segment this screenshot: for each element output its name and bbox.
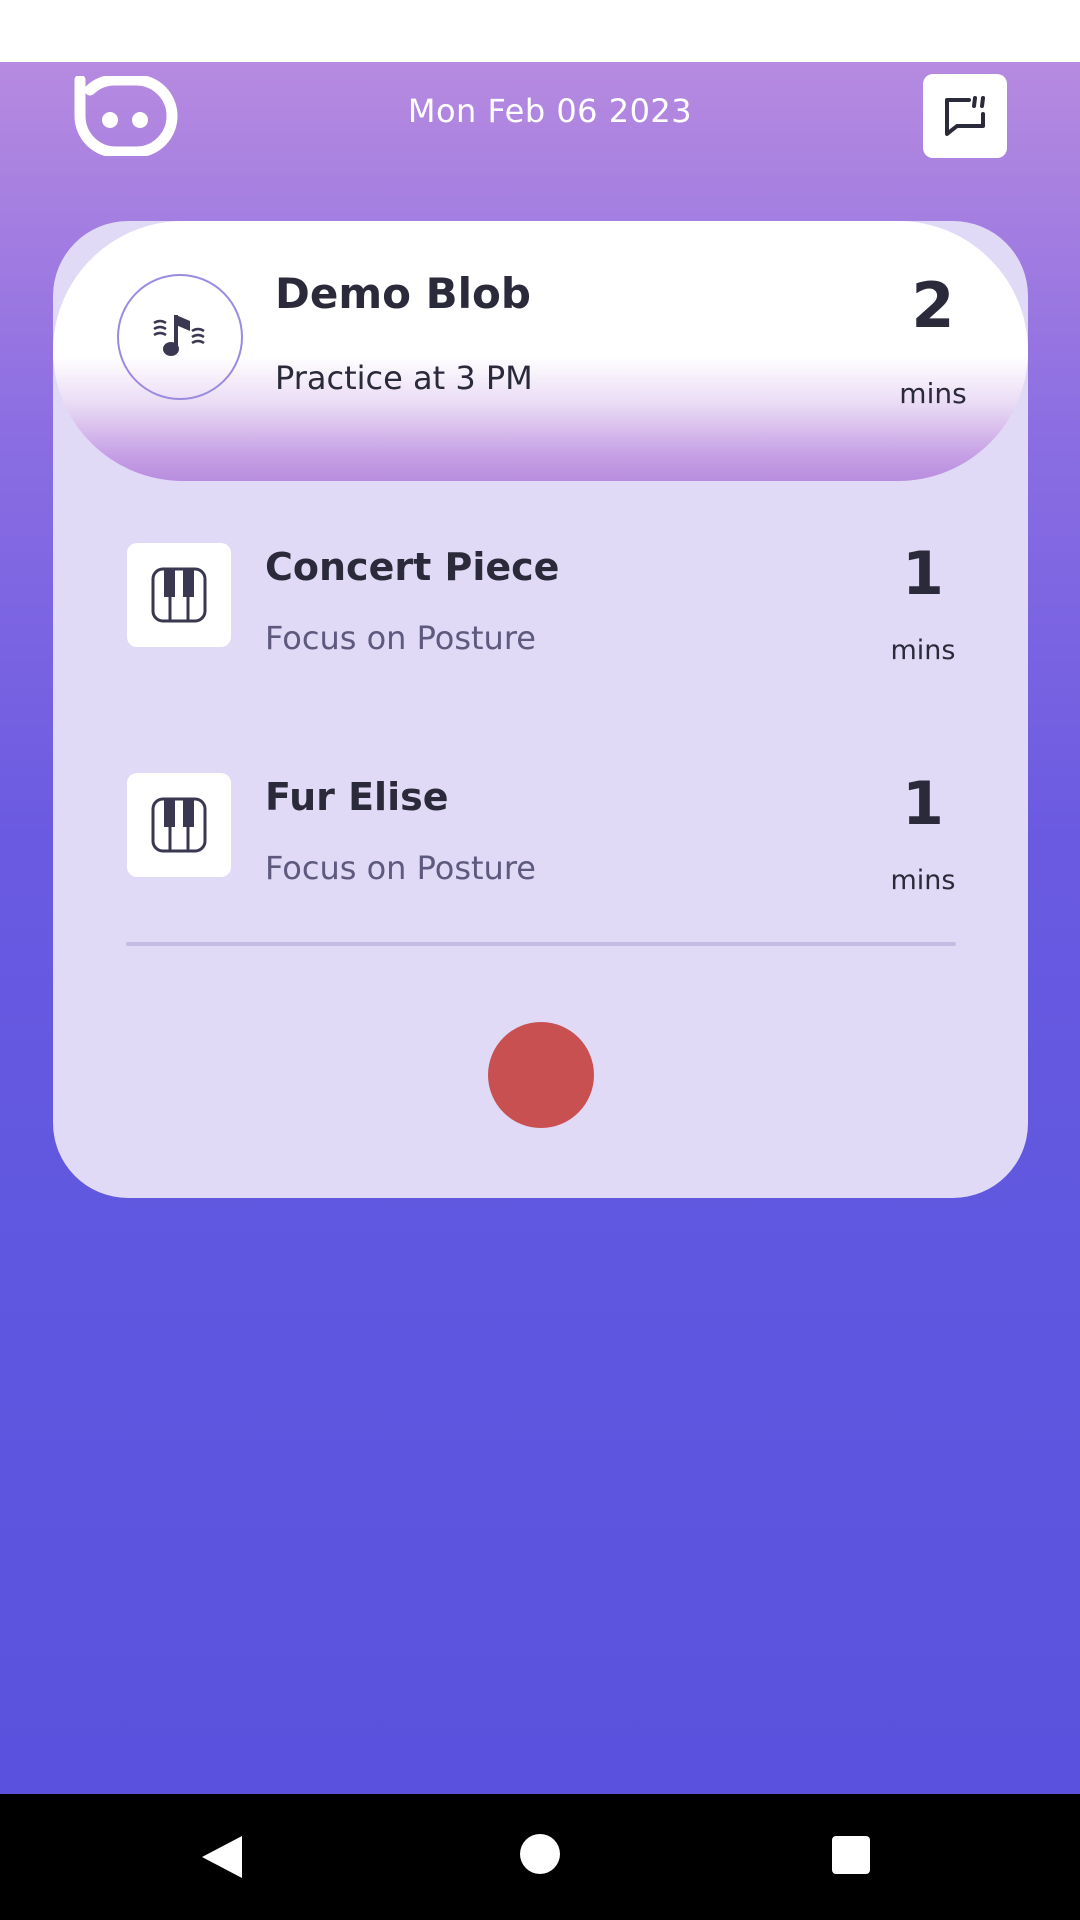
feedback-chat-icon bbox=[945, 96, 985, 136]
back-icon[interactable] bbox=[200, 1834, 244, 1884]
piano-keys-icon bbox=[151, 567, 207, 623]
piece-focus: Focus on Posture bbox=[265, 619, 536, 657]
piano-keys-icon bbox=[151, 797, 207, 853]
divider bbox=[126, 942, 956, 946]
session-icon-circle bbox=[117, 274, 243, 400]
piece-duration-unit: mins bbox=[890, 865, 956, 896]
piece-focus: Focus on Posture bbox=[265, 849, 536, 887]
status-bar bbox=[0, 0, 1080, 62]
system-nav-bar bbox=[0, 1794, 1080, 1920]
piece-duration-unit: mins bbox=[890, 635, 956, 666]
piece-icon-box bbox=[127, 543, 231, 647]
date-label: Mon Feb 06 2023 bbox=[407, 92, 693, 130]
home-icon[interactable] bbox=[520, 1834, 560, 1874]
session-subtitle: Practice at 3 PM bbox=[275, 359, 533, 397]
feedback-button[interactable] bbox=[923, 74, 1007, 158]
music-note-icon bbox=[153, 315, 205, 356]
piece-item-concert-piece[interactable]: Concert Piece Focus on Posture 1 mins bbox=[53, 515, 1028, 685]
session-duration: 2 bbox=[911, 269, 955, 342]
practice-card: Demo Blob Practice at 3 PM 2 mins Concer… bbox=[53, 221, 1028, 1198]
record-button[interactable] bbox=[488, 1022, 594, 1128]
piece-icon-box bbox=[127, 773, 231, 877]
session-duration-unit: mins bbox=[899, 377, 967, 410]
piece-title: Fur Elise bbox=[265, 775, 449, 819]
recents-icon[interactable] bbox=[832, 1836, 870, 1874]
session-header[interactable]: Demo Blob Practice at 3 PM 2 mins bbox=[53, 221, 1028, 481]
piece-title: Concert Piece bbox=[265, 545, 560, 589]
piece-duration: 1 bbox=[902, 769, 944, 839]
top-bar: Mon Feb 06 2023 bbox=[0, 62, 1080, 172]
piece-duration: 1 bbox=[902, 539, 944, 609]
session-title: Demo Blob bbox=[275, 269, 531, 318]
piece-item-fur-elise[interactable]: Fur Elise Focus on Posture 1 mins bbox=[53, 745, 1028, 915]
blob-logo-icon[interactable] bbox=[72, 74, 180, 158]
